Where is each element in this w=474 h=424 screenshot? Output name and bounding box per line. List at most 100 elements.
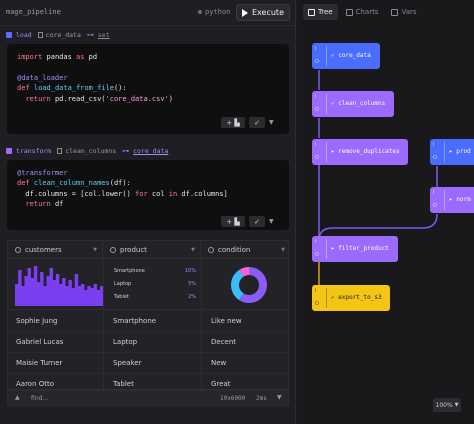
- play-icon: ▸: [449, 196, 453, 203]
- cell-condition: Like new: [211, 317, 242, 325]
- customers-histogram: [15, 266, 103, 306]
- chevron-down-icon[interactable]: ▼: [269, 119, 274, 126]
- node-divider: [326, 239, 327, 259]
- column-header-customers[interactable]: customers ▼: [8, 241, 103, 259]
- chevron-down-icon[interactable]: ▼: [281, 247, 285, 253]
- play-icon: ▸: [331, 148, 335, 155]
- block-upstream-link[interactable]: set: [98, 31, 110, 39]
- chevron-down-icon[interactable]: ▼: [277, 394, 282, 401]
- node-export-to-s3[interactable]: I O ✓ export_to_s3: [312, 285, 390, 311]
- block-upstream-link[interactable]: core_data: [133, 147, 168, 155]
- node-divider: [326, 94, 327, 114]
- histogram-bar: [52, 280, 57, 306]
- chevron-down-icon[interactable]: ▼: [191, 247, 195, 253]
- code-token: ():: [113, 84, 127, 93]
- node-norm[interactable]: I O ▸ norm: [430, 187, 474, 213]
- file-icon: [37, 32, 43, 38]
- column-header-condition[interactable]: condition ▼: [201, 241, 290, 259]
- chevron-down-icon[interactable]: ▼: [269, 218, 274, 225]
- histogram-bar: [71, 288, 76, 306]
- code-line: @data_loader: [17, 73, 279, 83]
- stat-value: 10%: [184, 268, 196, 274]
- node-label: ✓ export_to_s3: [331, 294, 382, 301]
- histogram-bar: [49, 268, 54, 306]
- table-row[interactable]: Gabriel Lucas Laptop Decent: [8, 332, 290, 353]
- column-summary-row: Smartphone 10% Laptop 5% Tablet 2%: [8, 260, 290, 310]
- column-type-icon: [15, 247, 21, 253]
- node-output-label: O: [315, 107, 319, 113]
- column-label: customers: [25, 246, 62, 254]
- check-icon: ✓: [331, 294, 335, 301]
- table-footer: ▲ find... 10x6000 2ms ▼: [7, 390, 289, 406]
- find-input[interactable]: find...: [31, 395, 48, 402]
- histogram-bar: [55, 274, 60, 306]
- code-token: col: [147, 189, 169, 198]
- node-output-label: O: [315, 252, 319, 258]
- node-input-label: I: [433, 190, 435, 196]
- histogram-bar: [24, 276, 28, 306]
- code-token: clean_column_names: [29, 179, 110, 188]
- node-prod[interactable]: I O ▸ prod: [430, 139, 474, 165]
- node-label: ▸ prod: [449, 148, 471, 155]
- code-token: @transformer: [17, 169, 68, 177]
- play-icon: ▸: [331, 245, 335, 252]
- column-type-icon: [110, 247, 116, 253]
- add-chart-button[interactable]: + ▙: [221, 117, 245, 128]
- cell-customer: Aaron Otto: [16, 380, 55, 388]
- add-chart-button[interactable]: + ▙: [221, 216, 245, 227]
- node-input-label: I: [315, 142, 317, 148]
- zoom-control[interactable]: 100% ▼: [433, 398, 461, 412]
- cell-product: Tablet: [113, 380, 134, 388]
- node-remove-duplicates[interactable]: I O ▸ remove_duplicates: [312, 139, 408, 165]
- histogram-bar: [59, 284, 63, 306]
- app: mage_pipeline python Execute load core_d…: [0, 0, 474, 424]
- node-filter-product[interactable]: I O ▸ filter_product: [312, 236, 398, 262]
- histogram-bar: [90, 288, 94, 306]
- histogram-bar: [37, 282, 41, 306]
- block-type-icon: [6, 148, 12, 154]
- histogram-bar: [15, 284, 19, 306]
- histogram-bar: [33, 266, 38, 306]
- block-name[interactable]: clean_columns: [65, 147, 116, 155]
- block-name[interactable]: core_data: [46, 31, 81, 39]
- chevron-down-icon[interactable]: ▼: [93, 247, 97, 253]
- cell-product: Laptop: [113, 338, 138, 346]
- node-divider: [326, 46, 327, 66]
- column-header-product[interactable]: product ▼: [103, 241, 201, 259]
- editor-topbar: mage_pipeline python Execute: [0, 0, 295, 26]
- code-token: pd: [84, 53, 98, 61]
- table-header: customers ▼ product ▼ condition ▼: [8, 241, 290, 259]
- check-icon: ✓: [331, 52, 335, 59]
- stat-label: Smartphone: [114, 268, 145, 274]
- node-divider: [326, 142, 327, 162]
- condition-donut-chart: [231, 267, 267, 303]
- run-check-button[interactable]: ✓: [249, 216, 265, 227]
- code-token: 'core_data.csv': [105, 94, 169, 103]
- run-check-button[interactable]: ✓: [249, 117, 265, 128]
- table-row[interactable]: Sophie Jung Smartphone Like new: [8, 311, 290, 332]
- chevron-up-icon[interactable]: ▲: [15, 394, 20, 401]
- histogram-bar: [27, 268, 32, 306]
- product-stats: Smartphone 10% Laptop 5% Tablet 2%: [104, 260, 201, 310]
- code-actions-load: + ▙ ✓ ▼: [221, 117, 274, 128]
- link-arrow-icon: ⊶: [122, 147, 130, 155]
- code-token: pandas: [42, 53, 77, 61]
- execute-button[interactable]: Execute: [236, 4, 290, 21]
- language-indicator: python: [198, 8, 230, 16]
- code-token: return: [25, 94, 51, 103]
- node-input-label: I: [433, 142, 435, 148]
- cell-condition: Decent: [211, 338, 237, 346]
- table-row[interactable]: Maisie Turner Speaker New: [8, 353, 290, 374]
- table-dimensions: 10x6000: [220, 395, 246, 402]
- node-label: ✓ clean_columns: [331, 100, 386, 107]
- code-token: df: [50, 200, 64, 209]
- node-input-label: I: [315, 288, 317, 294]
- code-line: def clean_column_names(df):: [17, 178, 279, 188]
- file-icon: [57, 148, 63, 154]
- node-label: ▸ filter_product: [331, 245, 389, 252]
- code-token: (df):: [109, 179, 131, 188]
- divider: [201, 260, 202, 310]
- column-label: product: [120, 246, 147, 254]
- node-clean-columns[interactable]: I O ✓ clean_columns: [312, 91, 394, 117]
- node-core-data[interactable]: I O ✓ core_data: [312, 43, 380, 69]
